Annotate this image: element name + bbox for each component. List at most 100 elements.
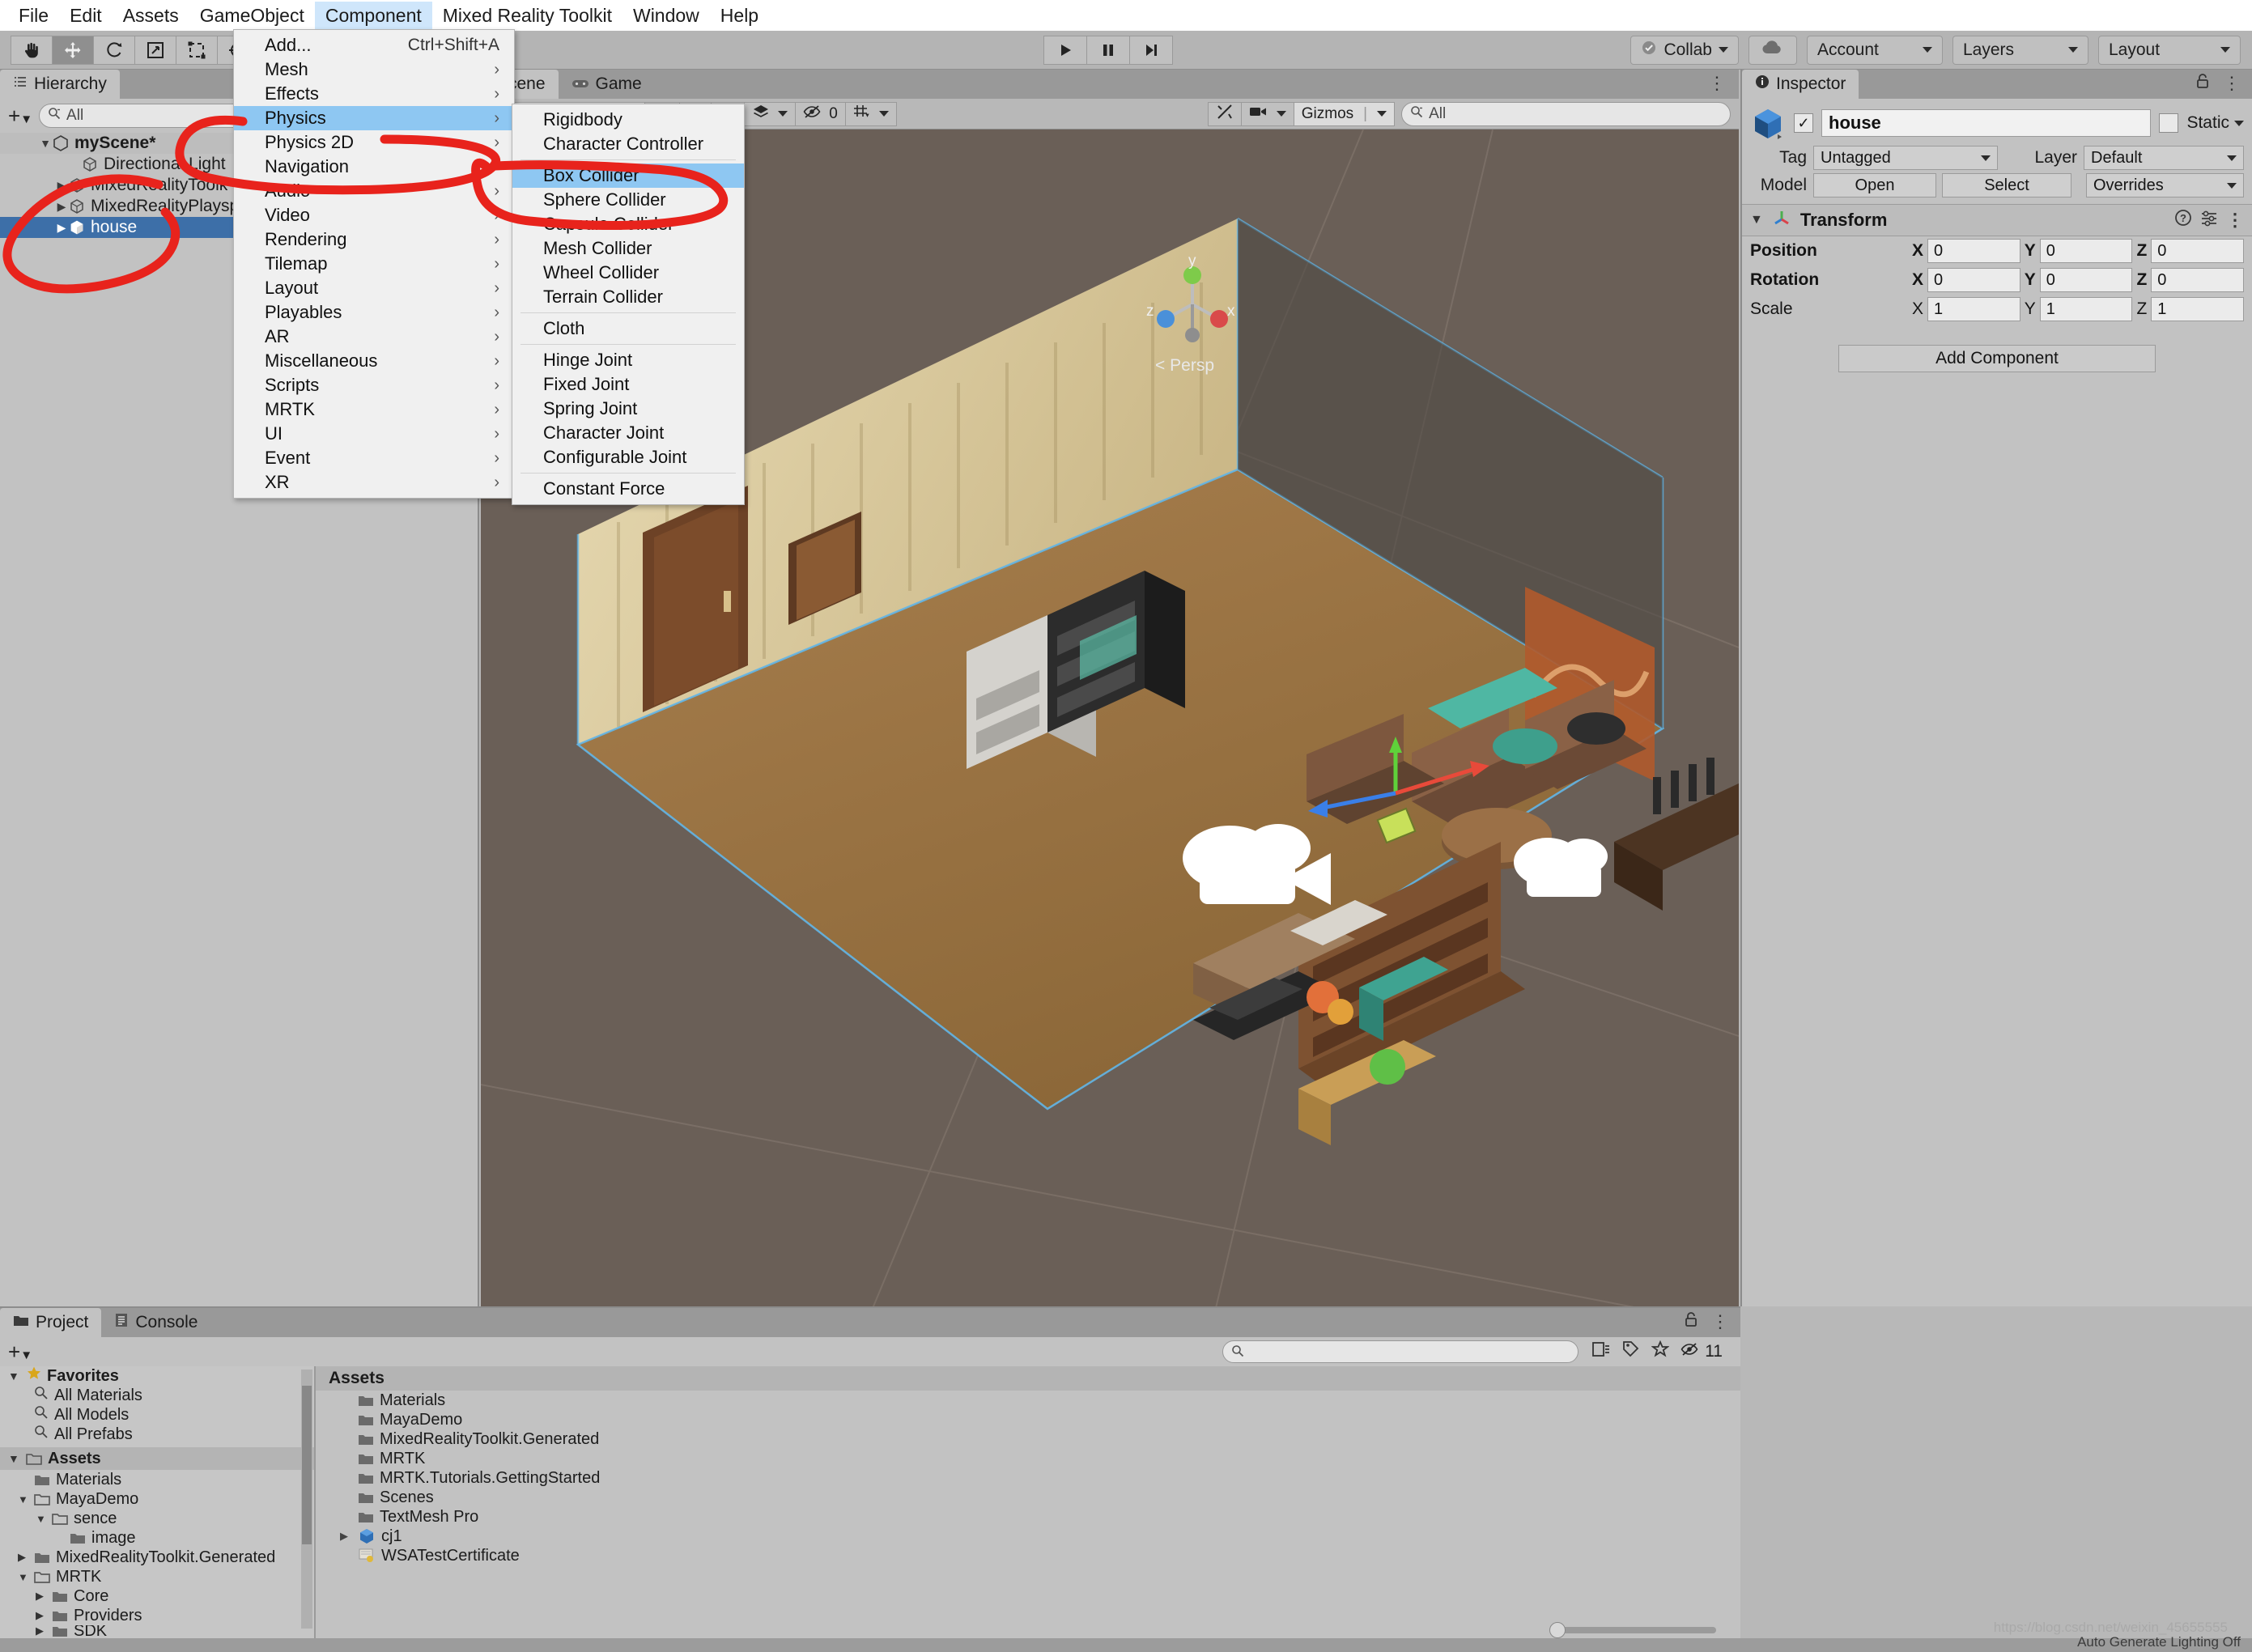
submenu-item-terrain-collider[interactable]: Terrain Collider <box>512 285 744 309</box>
scrollbar-thumb[interactable] <box>302 1386 312 1544</box>
cloud-button[interactable] <box>1748 35 1797 65</box>
menu-window[interactable]: Window <box>622 2 710 29</box>
expand-arrow-icon[interactable]: ▶ <box>36 1590 52 1603</box>
rotation-z-input[interactable]: 0 <box>2151 268 2245 292</box>
menu-assets[interactable]: Assets <box>113 2 189 29</box>
menu-item-miscellaneous[interactable]: Miscellaneous › <box>234 349 514 373</box>
model-select-button[interactable]: Select <box>1942 173 2071 197</box>
scale-tool-button[interactable] <box>134 35 176 65</box>
layer-dropdown[interactable]: Default <box>2084 146 2244 170</box>
expand-arrow-icon[interactable]: ▼ <box>8 1452 26 1465</box>
submenu-item-fixed-joint[interactable]: Fixed Joint <box>512 372 744 397</box>
expand-arrow-icon[interactable]: ▶ <box>340 1530 358 1543</box>
project-search-input[interactable] <box>1222 1340 1579 1363</box>
menu-item-event[interactable]: Event › <box>234 446 514 470</box>
expand-arrow-icon[interactable]: ▼ <box>18 1571 34 1583</box>
position-x-input[interactable]: 0 <box>1927 239 2020 263</box>
static-checkbox[interactable] <box>2159 113 2179 133</box>
scene-projection-label[interactable]: < Persp <box>1155 356 1214 376</box>
asset-row[interactable]: MRTK <box>340 1449 1740 1468</box>
project-tree-sdk[interactable]: ▶ SDK <box>0 1625 314 1637</box>
grid-toggle-button[interactable] <box>844 101 897 126</box>
tab-hierarchy[interactable]: Hierarchy <box>0 70 120 99</box>
scene-axis-gizmo[interactable]: y x z <box>1140 251 1245 361</box>
scene-camera-button[interactable] <box>1240 101 1294 126</box>
menu-file[interactable]: File <box>8 2 59 29</box>
project-create-button[interactable]: +▼ <box>6 1341 34 1362</box>
gizmos-search-input[interactable]: All <box>1401 101 1731 126</box>
menu-item-audio[interactable]: Audio › <box>234 179 514 203</box>
tab-game[interactable]: Game <box>558 70 655 99</box>
project-tree-mayademo[interactable]: ▼ MayaDemo <box>0 1489 314 1509</box>
project-tree-sence[interactable]: ▼ sence <box>0 1509 314 1528</box>
expand-arrow-icon[interactable]: ▶ <box>55 179 68 193</box>
project-tree-all-prefabs[interactable]: All Prefabs <box>0 1425 314 1444</box>
favorite-star-icon[interactable] <box>1651 1340 1670 1363</box>
menu-help[interactable]: Help <box>710 2 769 29</box>
step-button[interactable] <box>1129 35 1173 65</box>
project-tree-core[interactable]: ▶ Core <box>0 1586 314 1606</box>
menu-edit[interactable]: Edit <box>59 2 113 29</box>
scale-z-input[interactable]: 1 <box>2151 297 2245 321</box>
submenu-item-hinge-joint[interactable]: Hinge Joint <box>512 348 744 372</box>
submenu-item-character-joint[interactable]: Character Joint <box>512 421 744 445</box>
asset-row[interactable]: TextMesh Pro <box>340 1507 1740 1527</box>
filter-by-label-icon[interactable] <box>1622 1340 1640 1363</box>
tab-inspector[interactable]: Inspector <box>1742 70 1859 99</box>
expand-arrow-icon[interactable]: ▼ <box>8 1370 26 1382</box>
project-tree-image[interactable]: image <box>0 1528 314 1548</box>
static-dropdown[interactable]: Static <box>2186 113 2244 133</box>
scale-x-input[interactable]: 1 <box>1927 297 2020 321</box>
filter-by-type-icon[interactable] <box>1591 1340 1611 1363</box>
rotation-x-input[interactable]: 0 <box>1927 268 2020 292</box>
submenu-item-sphere-collider[interactable]: Sphere Collider <box>512 188 744 212</box>
effects-toggle-button[interactable] <box>744 101 797 126</box>
model-open-button[interactable]: Open <box>1813 173 1936 197</box>
tab-console[interactable]: Console <box>101 1308 211 1337</box>
account-button[interactable]: Account <box>1807 35 1943 65</box>
asset-row[interactable]: WSATestCertificate <box>340 1546 1740 1565</box>
expand-arrow-icon[interactable]: ▼ <box>18 1493 34 1505</box>
submenu-item-box-collider[interactable]: Box Collider <box>512 164 744 188</box>
asset-row[interactable]: MRTK.Tutorials.GettingStarted <box>340 1468 1740 1488</box>
rect-tool-button[interactable] <box>176 35 218 65</box>
collapse-arrow-icon[interactable]: ▼ <box>1750 213 1763 227</box>
expand-arrow-icon[interactable]: ▶ <box>55 221 68 235</box>
object-enabled-checkbox[interactable]: ✓ <box>1794 113 1813 133</box>
preset-icon[interactable] <box>2200 209 2218 231</box>
submenu-item-spring-joint[interactable]: Spring Joint <box>512 397 744 421</box>
menu-item-navigation[interactable]: Navigation › <box>234 155 514 179</box>
project-tree-assets[interactable]: ▼ Assets <box>0 1447 314 1470</box>
scale-y-input[interactable]: 1 <box>2039 297 2133 321</box>
project-tree-providers[interactable]: ▶ Providers <box>0 1606 314 1625</box>
asset-icon-size-slider[interactable] <box>1549 1622 1716 1638</box>
tab-project[interactable]: Project <box>0 1308 102 1337</box>
expand-arrow-icon[interactable]: ▶ <box>36 1609 52 1622</box>
layout-button[interactable]: Layout <box>2098 35 2241 65</box>
expand-arrow-icon[interactable]: ▶ <box>36 1625 52 1637</box>
kebab-menu-icon[interactable]: ⋮ <box>1711 1311 1729 1332</box>
expand-arrow-icon[interactable]: ▶ <box>55 200 68 214</box>
kebab-menu-icon[interactable]: ⋮ <box>2226 210 2244 231</box>
menu-item-add[interactable]: Add... Ctrl+Shift+A <box>234 33 514 57</box>
project-tree-favorites[interactable]: ▼ Favorites <box>0 1366 314 1386</box>
asset-row[interactable]: MixedRealityToolkit.Generated <box>340 1429 1740 1449</box>
menu-mixed-reality-toolkit[interactable]: Mixed Reality Toolkit <box>432 2 622 29</box>
menu-item-physics-2d[interactable]: Physics 2D › <box>234 130 514 155</box>
overrides-dropdown[interactable]: Overrides <box>2086 173 2244 197</box>
object-name-input[interactable]: house <box>1821 109 2152 137</box>
collab-button[interactable]: Collab <box>1630 35 1739 65</box>
submenu-item-capsule-collider[interactable]: Capsule Collider <box>512 212 744 236</box>
asset-row[interactable]: ▶ cj1 <box>340 1527 1740 1546</box>
menu-item-mesh[interactable]: Mesh › <box>234 57 514 82</box>
menu-item-mrtk[interactable]: MRTK › <box>234 397 514 422</box>
scene-panel-menu-icon[interactable]: ⋮ <box>1708 73 1739 99</box>
expand-arrow-icon[interactable]: ▼ <box>39 137 52 150</box>
scene-tools-button[interactable] <box>1207 101 1242 126</box>
asset-row[interactable]: Materials <box>340 1391 1740 1410</box>
project-tree-all-materials[interactable]: All Materials <box>0 1386 314 1405</box>
kebab-menu-icon[interactable]: ⋮ <box>2223 73 2241 94</box>
tag-dropdown[interactable]: Untagged <box>1813 146 1998 170</box>
menu-gameobject[interactable]: GameObject <box>189 2 315 29</box>
submenu-item-character-controller[interactable]: Character Controller <box>512 132 744 156</box>
